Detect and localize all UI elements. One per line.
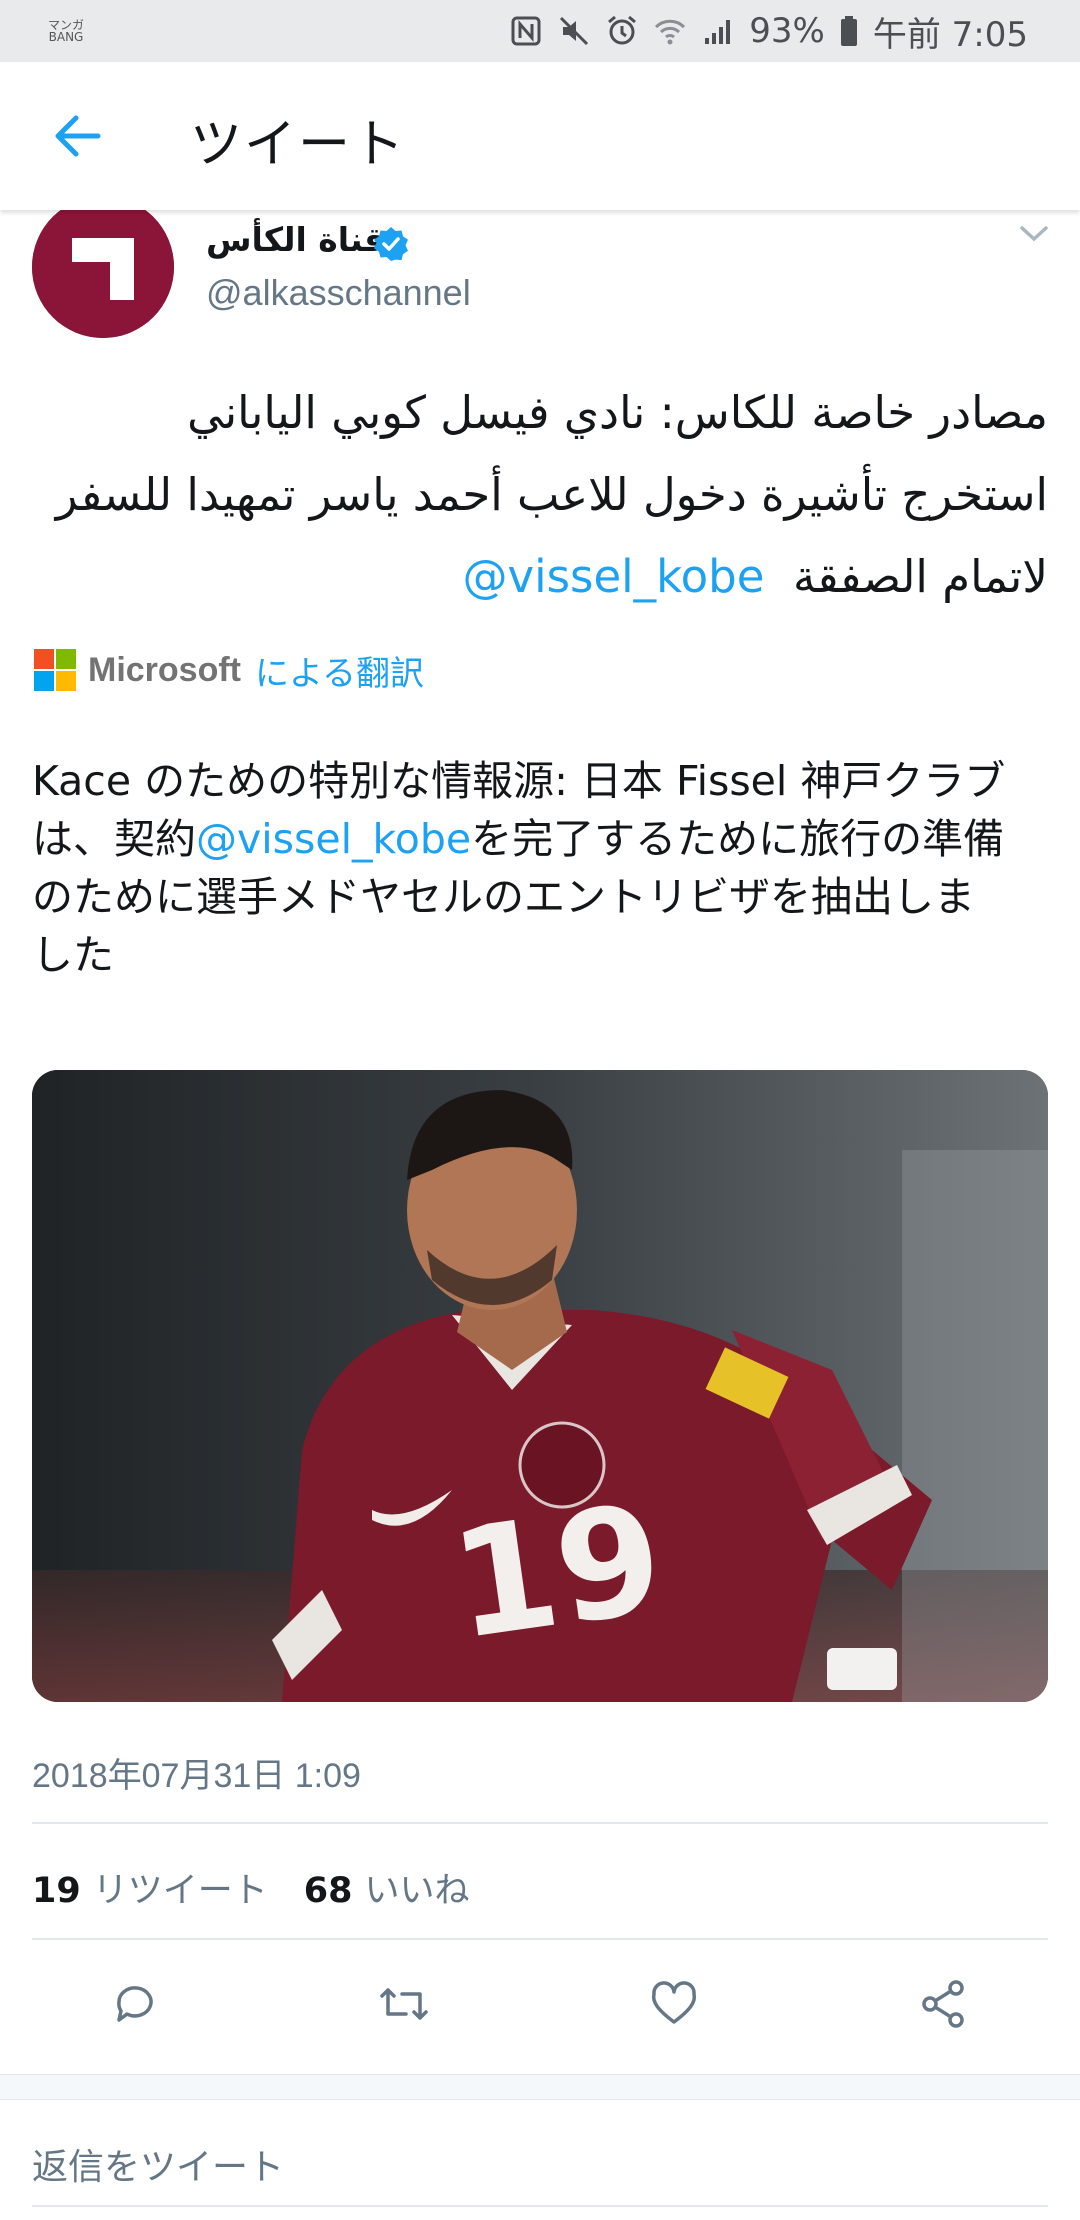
nfc-icon	[509, 14, 543, 48]
mention-link[interactable]: @vissel_kobe	[462, 550, 764, 603]
top-app-bar: ツイート	[0, 62, 1080, 210]
translated-line: のために選手メドヤセルのエントリビザを抽出しま	[32, 873, 975, 921]
retweets-count: 19	[32, 1871, 81, 1911]
retweet-icon[interactable]	[376, 1976, 432, 2032]
mute-icon	[557, 14, 591, 48]
translation-label[interactable]: による翻訳	[255, 646, 424, 695]
back-arrow-icon[interactable]	[48, 106, 108, 166]
translated-line: した	[32, 931, 114, 979]
clock: 午前 7:05	[872, 14, 1028, 55]
jersey-number: 19	[442, 1472, 673, 1673]
translation-provider: Microsoft	[88, 650, 241, 689]
retweets-label: リツイート	[92, 1871, 268, 1911]
signal-icon	[701, 14, 735, 48]
microsoft-logo-icon	[34, 649, 76, 691]
tweet-text-line: لاتمام الصفقة @vissel_kobe	[32, 536, 1048, 618]
divider	[32, 1938, 1048, 1940]
status-bar: マンガ BANG 93% 午前 7:05	[0, 0, 1080, 62]
translation-attribution[interactable]: Microsoft による翻訳	[34, 645, 424, 695]
translated-line: は、契約@vissel_kobeを完了するために旅行の準備	[32, 810, 1052, 868]
share-icon[interactable]	[916, 1976, 972, 2032]
reply-icon[interactable]	[107, 1976, 163, 2032]
verified-badge-icon	[372, 225, 410, 263]
author-display-name[interactable]: قناة الكأس	[206, 220, 385, 259]
retweets-stat[interactable]: 19 リツイート	[32, 1862, 268, 1913]
likes-stat[interactable]: 68 いいね	[304, 1862, 470, 1913]
status-icons: 93% 午前 7:05	[509, 7, 1028, 56]
tweet-text-line: مصادر خاصة للكاس: نادي فيسل كوبي اليابان…	[187, 386, 1048, 439]
tweet-photo[interactable]: 19	[32, 1070, 1048, 1702]
likes-label: いいね	[364, 1871, 470, 1911]
wifi-icon	[653, 14, 687, 48]
action-bar	[0, 1976, 1080, 2036]
chevron-down-icon[interactable]	[1016, 218, 1052, 248]
tweet-text-line: استخرج تأشيرة دخول للاعب أحمد ياسر تمهيد…	[55, 468, 1048, 521]
reply-underline	[32, 2205, 1048, 2207]
engagement-stats: 19 リツイート 68 いいね	[32, 1862, 469, 1913]
tweet-timestamp: 2018年07月31日 1:09	[32, 1757, 361, 1795]
tweet-text-translated: Kace のための特別な情報源: 日本 Fissel 神戸クラブ は、契約@vi…	[32, 752, 1052, 984]
tweet-text-line-part: لاتمام الصفقة	[793, 550, 1048, 603]
page-title: ツイート	[190, 115, 407, 175]
section-separator	[0, 2074, 1080, 2100]
app-badge: マンガ BANG	[47, 18, 84, 44]
mention-link[interactable]: @vissel_kobe	[196, 815, 471, 863]
translated-line: Kace のための特別な情報源: 日本 Fissel 神戸クラブ	[32, 757, 1006, 805]
author-handle[interactable]: @alkasschannel	[206, 272, 471, 314]
translated-line-part: を完了するために旅行の準備	[471, 815, 1005, 863]
alarm-icon	[605, 14, 639, 48]
divider	[32, 1822, 1048, 1824]
tweet-text-original: مصادر خاصة للكاس: نادي فيسل كوبي اليابان…	[32, 372, 1048, 618]
battery-icon	[839, 14, 859, 48]
likes-count: 68	[303, 1871, 353, 1911]
avatar[interactable]	[32, 196, 174, 338]
battery-percent: 93%	[749, 11, 825, 51]
reply-input[interactable]: 返信をツイート	[32, 2138, 284, 2190]
translated-line-part: は、契約	[32, 815, 196, 863]
like-icon[interactable]	[646, 1976, 702, 2032]
